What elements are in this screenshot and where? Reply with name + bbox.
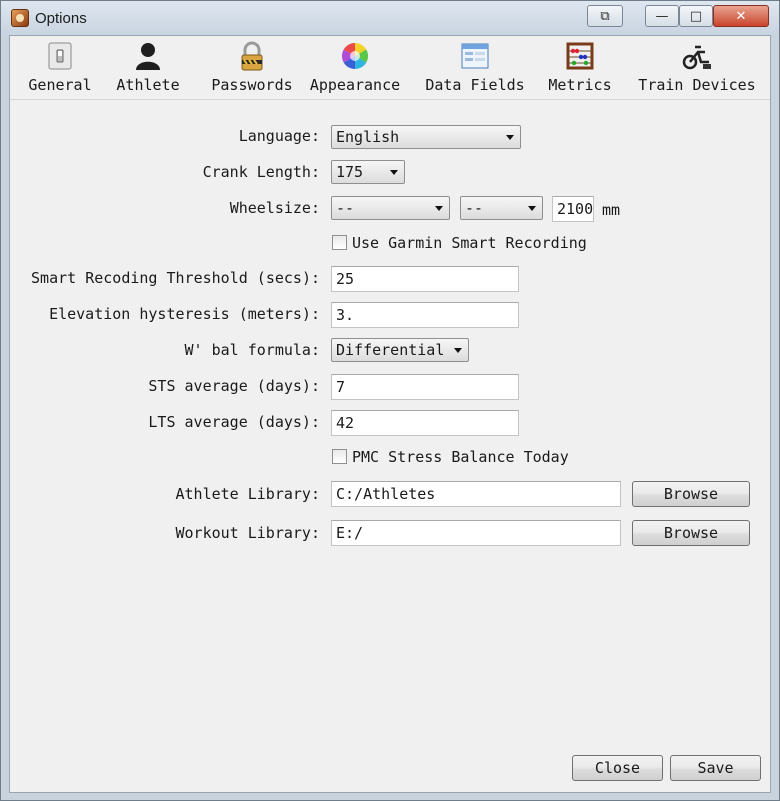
- pmc-stress-balance-checkbox[interactable]: [332, 449, 347, 464]
- wheel-rim-select[interactable]: --: [331, 196, 450, 220]
- tab-athlete-label: Athlete: [116, 76, 180, 94]
- tab-general[interactable]: General: [28, 40, 92, 94]
- wheelsize-input[interactable]: 2100: [552, 196, 594, 222]
- garmin-smart-recording-label: Use Garmin Smart Recording: [352, 234, 587, 252]
- threshold-label: Smart Recoding Threshold (secs):: [31, 269, 320, 287]
- padlock-icon: [236, 40, 268, 72]
- language-label: Language:: [238, 127, 320, 145]
- workout-library-value: E:/: [336, 524, 364, 542]
- tab-passwords[interactable]: Passwords: [202, 40, 302, 94]
- elevation-input[interactable]: 3.: [331, 302, 519, 328]
- switch-icon: [44, 40, 76, 72]
- threshold-value: 25: [336, 270, 355, 288]
- tab-appearance[interactable]: Appearance: [308, 40, 402, 94]
- threshold-input[interactable]: 25: [331, 266, 519, 292]
- garmin-smart-recording-checkbox[interactable]: [332, 235, 347, 250]
- crank-length-value: 175: [336, 163, 364, 181]
- maximize-button[interactable]: □: [679, 5, 713, 27]
- crank-length-select[interactable]: 175: [331, 160, 405, 184]
- restore-window-icon[interactable]: ⧉: [587, 5, 623, 27]
- wheelsize-label: Wheelsize:: [229, 199, 320, 217]
- wbal-formula-select[interactable]: Differential: [331, 338, 469, 362]
- wbal-label: W' bal formula:: [184, 341, 320, 359]
- chevron-down-icon: [435, 206, 443, 211]
- tab-appearance-label: Appearance: [309, 76, 401, 94]
- tab-data-fields[interactable]: Data Fields: [424, 40, 526, 94]
- tab-train-devices[interactable]: Train Devices: [636, 40, 758, 94]
- minimize-button[interactable]: —: [645, 5, 679, 27]
- tab-athlete[interactable]: Athlete: [114, 40, 182, 94]
- options-window: Options ⧉ — □ ✕ General Athlete Password…: [0, 0, 780, 801]
- sts-label: STS average (days):: [148, 377, 320, 395]
- chevron-down-icon: [506, 135, 514, 140]
- save-button[interactable]: Save: [670, 755, 761, 781]
- wheelsize-unit: mm: [602, 201, 621, 219]
- wheelsize-value: 2100: [557, 200, 594, 218]
- chevron-down-icon: [528, 206, 536, 211]
- lts-input[interactable]: 42: [331, 410, 519, 436]
- workout-library-browse-button[interactable]: Browse: [632, 520, 750, 546]
- tab-metrics[interactable]: Metrics: [546, 40, 614, 94]
- wbal-formula-value: Differential: [336, 341, 445, 359]
- athlete-library-browse-button[interactable]: Browse: [632, 481, 750, 507]
- title-bar: Options ⧉ — □ ✕: [1, 1, 779, 35]
- tab-passwords-label: Passwords: [211, 76, 293, 94]
- elevation-value: 3.: [336, 306, 355, 324]
- window-title: Options: [35, 10, 87, 27]
- tab-general-label: General: [28, 76, 92, 94]
- lts-value: 42: [336, 414, 355, 432]
- workout-library-label: Workout Library:: [175, 524, 321, 542]
- tab-metrics-label: Metrics: [548, 76, 612, 94]
- language-select[interactable]: English: [331, 125, 521, 149]
- sts-input[interactable]: 7: [331, 374, 519, 400]
- workout-library-input[interactable]: E:/: [331, 520, 621, 546]
- tab-train-devices-label: Train Devices: [638, 76, 756, 94]
- lts-label: LTS average (days):: [148, 413, 320, 431]
- category-toolbar: General Athlete Passwords Appearance Dat…: [10, 36, 770, 100]
- options-content: General Athlete Passwords Appearance Dat…: [9, 35, 771, 793]
- wheel-rim-value: --: [336, 199, 355, 217]
- window-fields-icon: [459, 40, 491, 72]
- trainer-icon: [681, 40, 713, 72]
- abacus-icon: [564, 40, 596, 72]
- athlete-library-input[interactable]: C:/Athletes: [331, 481, 621, 507]
- pmc-stress-balance-label: PMC Stress Balance Today: [352, 448, 569, 466]
- wheel-tire-value: --: [465, 199, 484, 217]
- color-wheel-icon: [339, 40, 371, 72]
- app-icon: [11, 9, 29, 27]
- elevation-label: Elevation hysteresis (meters):: [49, 305, 320, 323]
- close-window-button[interactable]: ✕: [713, 5, 769, 27]
- athlete-library-label: Athlete Library:: [175, 485, 321, 503]
- language-value: English: [336, 128, 400, 146]
- person-icon: [132, 40, 164, 72]
- chevron-down-icon: [454, 348, 462, 353]
- chevron-down-icon: [390, 170, 398, 175]
- crank-length-label: Crank Length:: [202, 163, 320, 181]
- tab-data-fields-label: Data Fields: [425, 76, 525, 94]
- athlete-library-value: C:/Athletes: [336, 485, 436, 503]
- wheel-tire-select[interactable]: --: [460, 196, 543, 220]
- sts-value: 7: [336, 378, 346, 396]
- close-button[interactable]: Close: [572, 755, 663, 781]
